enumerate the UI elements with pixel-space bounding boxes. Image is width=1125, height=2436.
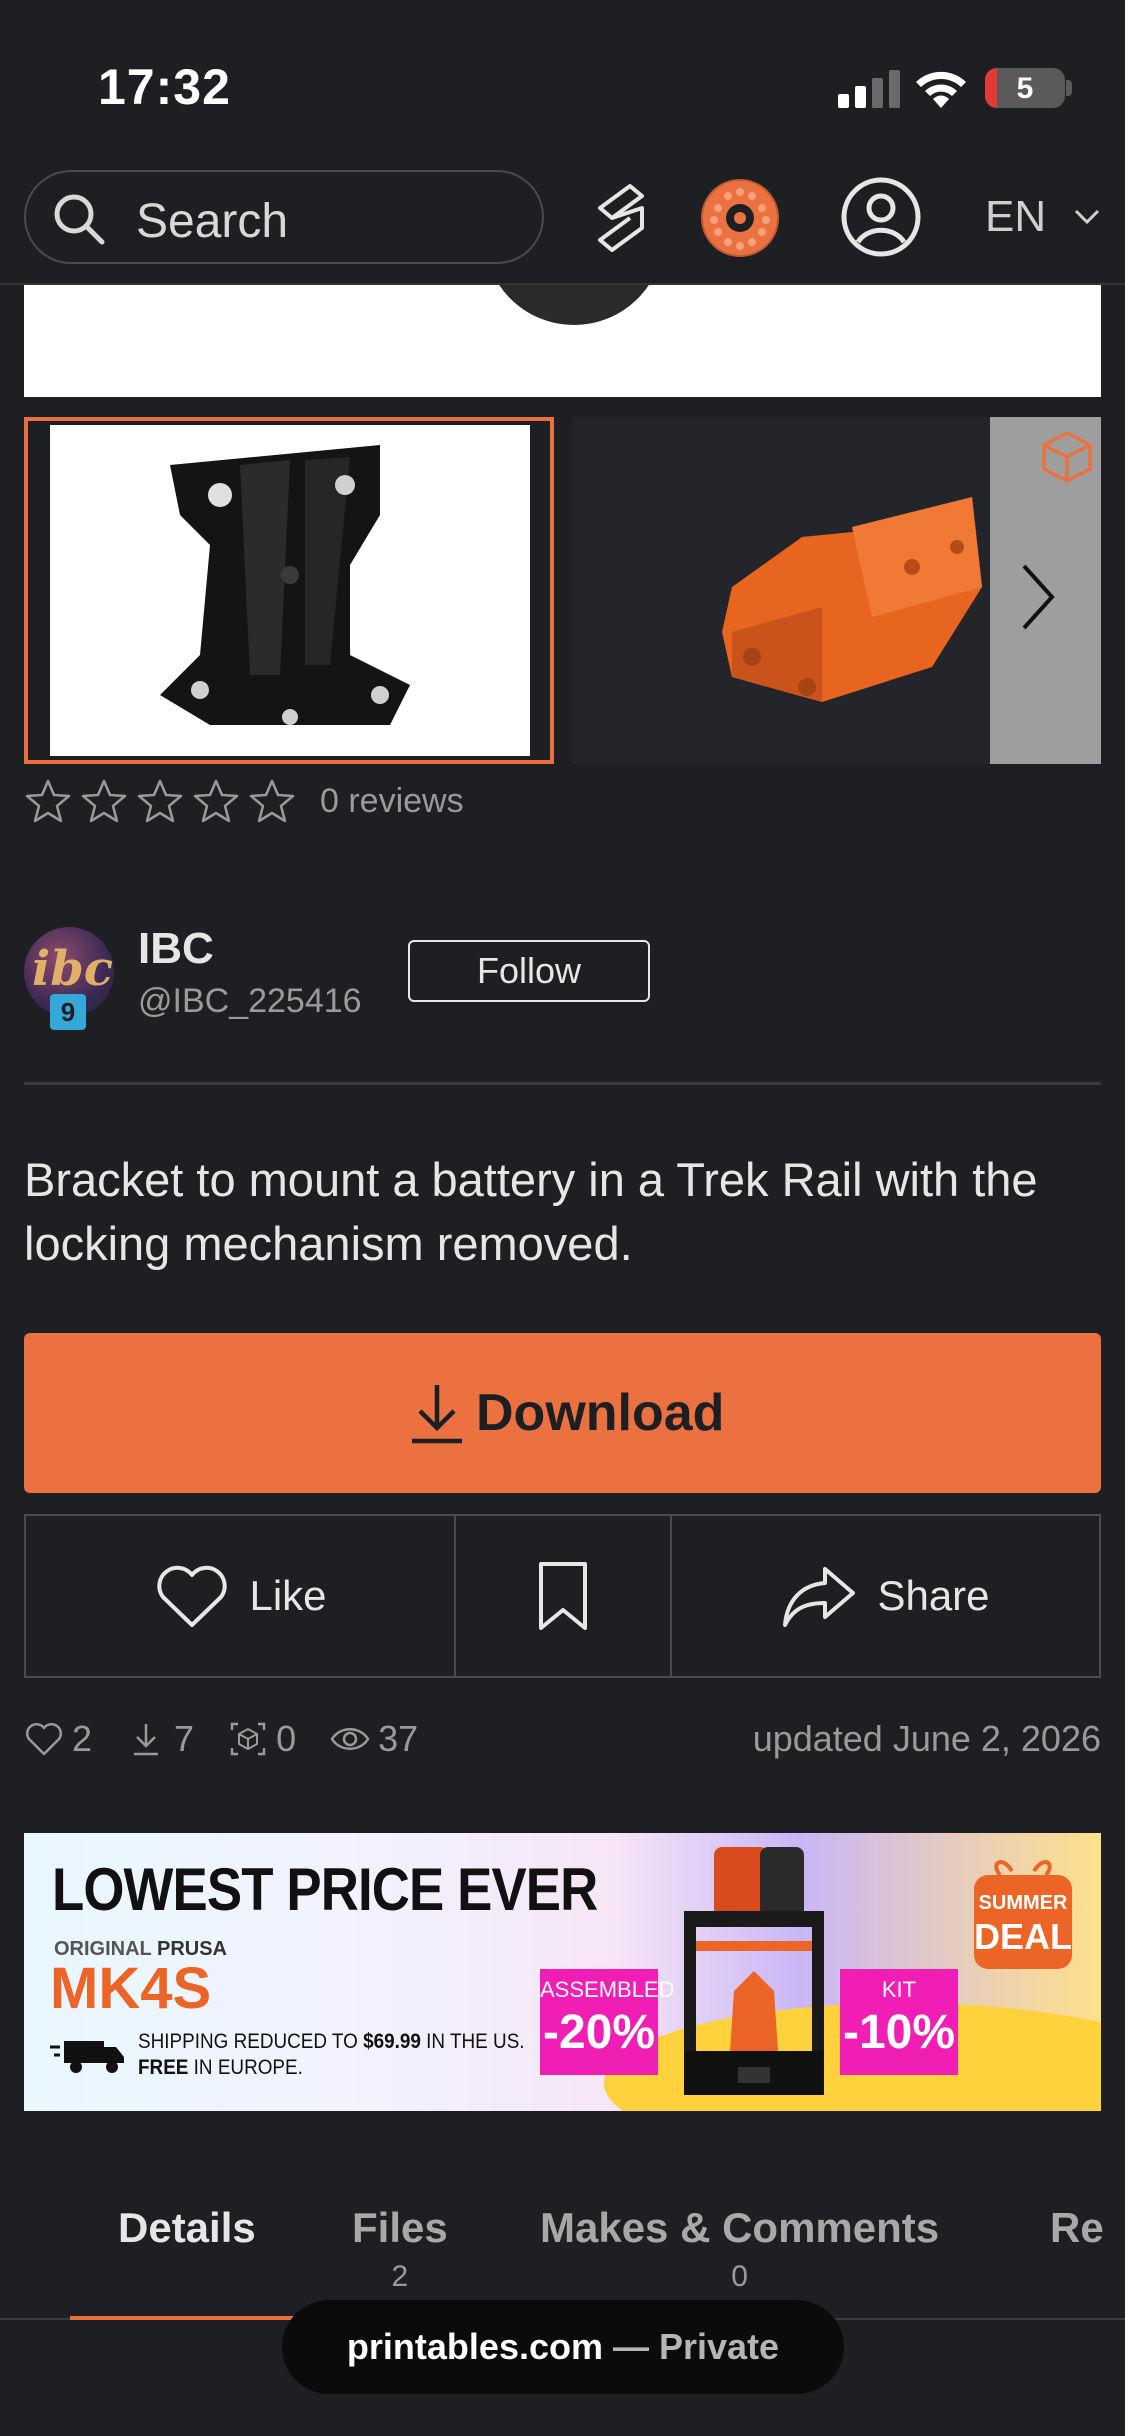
makes-cube-icon [230,1722,266,1756]
search-placeholder: Search [136,195,289,248]
star-empty-icon[interactable] [80,778,128,824]
share-icon [783,1567,856,1627]
tab-remixes[interactable]: Re [1050,2204,1104,2252]
likes-stat: 2 [24,1718,92,1760]
tab-makes-count: 0 [731,2260,748,2293]
model-description: Bracket to mount a battery in a Trek Rai… [24,1153,1038,1270]
author-handle[interactable]: @IBC_225416 [138,982,362,1021]
search-input[interactable]: Search [24,170,544,264]
action-row: Like Share [24,1514,1101,1678]
reviews-count[interactable]: 0 reviews [320,782,464,821]
likes-count: 2 [72,1718,93,1759]
status-time: 17:32 [98,59,231,115]
avatar-text: ibc [32,941,114,997]
like-label: Like [249,1572,327,1619]
follow-button[interactable]: Follow [408,940,650,1002]
printer-image [684,1847,824,2095]
cellular-signal-icon [838,68,900,108]
gallery-thumbnail[interactable] [572,417,992,764]
filament-spool-icon[interactable] [700,178,780,258]
author-name[interactable]: IBC [138,924,214,974]
bracket-orange-render [722,497,982,702]
bookmark-button[interactable] [456,1516,672,1676]
ad-assembled-discount: ASSEMBLED -20% [540,1969,675,2075]
rating-row: 0 reviews [24,778,464,824]
url-private-mode: Private [659,2326,780,2367]
chevron-down-icon [1074,209,1100,225]
heart-icon [157,1565,228,1627]
bracket-black-image [160,445,410,725]
download-icon [134,1724,159,1756]
gallery-thumbnail-selected[interactable] [24,417,554,764]
download-label: Download [476,1384,725,1442]
detail-tabs: Details Files 2 Makes & Comments 0 Re [0,2180,1125,2320]
ad-banner[interactable]: LOWEST PRICE EVER ORIGINAL PRUSA MK4S SH… [24,1833,1101,2111]
makes-count: 0 [276,1718,297,1759]
bookmark-icon [539,1562,587,1630]
battery-icon: 5 [985,68,1065,108]
url-domain: printables.com [346,2326,603,2367]
download-icon [412,1385,462,1444]
model-image-shape [484,285,664,325]
battery-cap [1066,80,1072,96]
search-icon [54,194,105,245]
downloads-stat: 7 [126,1718,194,1760]
summer-deal-badge: SUMMER DEAL [974,1860,1072,1969]
heart-icon [26,1723,62,1756]
downloads-count: 7 [174,1718,195,1759]
chevron-right-icon[interactable] [1018,562,1058,632]
status-bar: 17:32 5 [0,0,1125,170]
cube-3d-icon [1042,431,1092,483]
svg-text:SUMMER: SUMMER [979,1892,1068,1914]
share-button[interactable]: Share [672,1516,1099,1676]
battery-level: 5 [1016,72,1034,105]
share-label: Share [877,1572,990,1619]
ad-shipping-text: SHIPPING REDUCED TO $69.99 IN THE US. FR… [138,2030,525,2079]
views-stat: 37 [330,1718,418,1760]
url-separator: — [602,2326,659,2367]
tab-makes-comments[interactable]: Makes & Comments 0 [540,2204,939,2294]
divider [24,1082,1101,1085]
main-model-image[interactable] [24,285,1101,397]
ad-kit-discount: KIT -10% [840,1969,958,2075]
ad-model: MK4S [50,1956,212,2021]
language-selector[interactable]: EN [985,192,1046,242]
active-tab-indicator [70,2316,310,2320]
user-account-icon[interactable] [840,176,922,258]
eye-icon [330,1728,370,1750]
views-count: 37 [378,1718,419,1759]
printables-logo-icon[interactable] [590,178,652,258]
wifi-icon [916,71,966,108]
truck-icon [50,2041,124,2073]
browser-url-bar[interactable]: printables.com — Private [282,2300,844,2394]
makes-stat: 0 [228,1718,296,1760]
ad-headline: LOWEST PRICE EVER [52,1856,598,1923]
star-empty-icon[interactable] [248,778,296,824]
tab-files-count: 2 [391,2260,409,2293]
star-empty-icon[interactable] [136,778,184,824]
updated-date: updated June 2, 2026 [752,1718,1101,1759]
author-level-badge: 9 [50,994,86,1030]
star-empty-icon[interactable] [192,778,240,824]
gallery-thumbnail-3d[interactable] [990,417,1101,764]
svg-text:DEAL: DEAL [974,1916,1072,1957]
download-button[interactable]: Download [24,1333,1101,1493]
stats-row: 2 7 0 37 [24,1718,452,1760]
star-empty-icon[interactable] [24,778,72,824]
like-button[interactable]: Like [26,1516,456,1676]
top-navigation: Search EN [0,170,1125,285]
tab-files[interactable]: Files 2 [352,2204,448,2294]
tab-details[interactable]: Details [118,2204,256,2252]
